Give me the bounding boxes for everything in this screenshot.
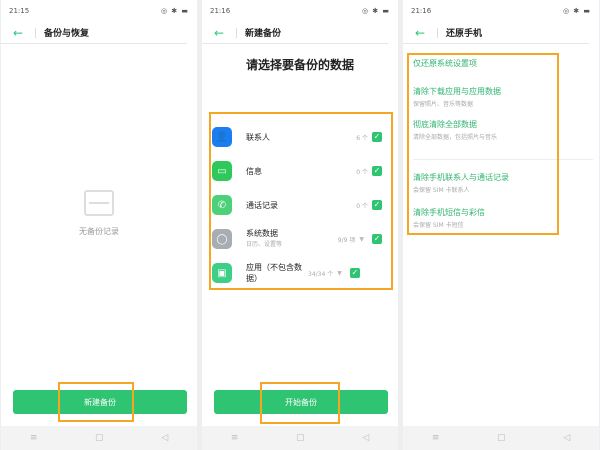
home-icon[interactable]: ▢ bbox=[296, 433, 305, 443]
highlight-box bbox=[260, 382, 340, 424]
status-icons: ◎ ✱ ▬ bbox=[361, 7, 390, 15]
back-icon[interactable]: ◁ bbox=[362, 433, 369, 443]
back-arrow-icon[interactable]: ← bbox=[13, 26, 35, 40]
back-arrow-icon[interactable]: ← bbox=[415, 26, 437, 40]
home-icon[interactable]: ▢ bbox=[95, 433, 104, 443]
empty-text: 无备份记录 bbox=[79, 227, 119, 236]
new-backup-screen: 21:16 ◎ ✱ ▬ ← 新建备份 请选择要备份的数据 👤 联系人 6 个 ✓ ▭ 信息 0… bbox=[202, 0, 398, 450]
back-icon[interactable]: ◁ bbox=[563, 433, 570, 443]
backup-restore-screen: 21:15 ◎ ✱ ▬ ← 备份与恢复 无备份记录 新建备份 ≡ ▢ ◁ bbox=[1, 0, 197, 450]
page-title: 新建备份 bbox=[245, 29, 282, 39]
select-data-heading: 请选择要备份的数据 bbox=[245, 58, 354, 72]
page-title: 还原手机 bbox=[446, 29, 483, 39]
highlight-box bbox=[209, 112, 393, 290]
system-nav-bar: ≡ ▢ ◁ bbox=[1, 426, 197, 450]
back-arrow-icon[interactable]: ← bbox=[214, 26, 236, 40]
status-bar: 21:16 ◎ ✱ ▬ bbox=[403, 0, 599, 22]
status-icons: ◎ ✱ ▬ bbox=[160, 7, 189, 15]
status-bar: 21:16 ◎ ✱ ▬ bbox=[202, 0, 398, 22]
back-icon[interactable]: ◁ bbox=[161, 433, 168, 443]
empty-tray-icon bbox=[84, 190, 114, 216]
menu-icon[interactable]: ≡ bbox=[30, 433, 38, 443]
system-nav-bar: ≡ ▢ ◁ bbox=[202, 426, 398, 450]
app-header: ← 新建备份 bbox=[202, 22, 388, 44]
highlight-box bbox=[407, 53, 559, 235]
app-header: ← 还原手机 bbox=[403, 22, 589, 44]
page-title: 备份与恢复 bbox=[44, 29, 90, 39]
menu-icon[interactable]: ≡ bbox=[432, 433, 440, 443]
divider bbox=[35, 27, 36, 38]
app-header: ← 备份与恢复 bbox=[1, 22, 187, 44]
status-time: 21:16 bbox=[210, 7, 231, 15]
status-bar: 21:15 ◎ ✱ ▬ bbox=[1, 0, 197, 22]
menu-icon[interactable]: ≡ bbox=[231, 433, 239, 443]
status-icons: ◎ ✱ ▬ bbox=[562, 7, 591, 15]
empty-state: 无备份记录 bbox=[1, 190, 197, 237]
home-icon[interactable]: ▢ bbox=[497, 433, 506, 443]
system-nav-bar: ≡ ▢ ◁ bbox=[403, 426, 599, 450]
status-time: 21:16 bbox=[411, 7, 432, 15]
restore-phone-screen: 21:16 ◎ ✱ ▬ ← 还原手机 仅还原系统设置项 清除下载应用与应用数据 保留照… bbox=[403, 0, 599, 450]
highlight-box bbox=[58, 382, 134, 422]
divider bbox=[437, 27, 438, 38]
status-time: 21:15 bbox=[9, 7, 30, 15]
divider bbox=[236, 27, 237, 38]
